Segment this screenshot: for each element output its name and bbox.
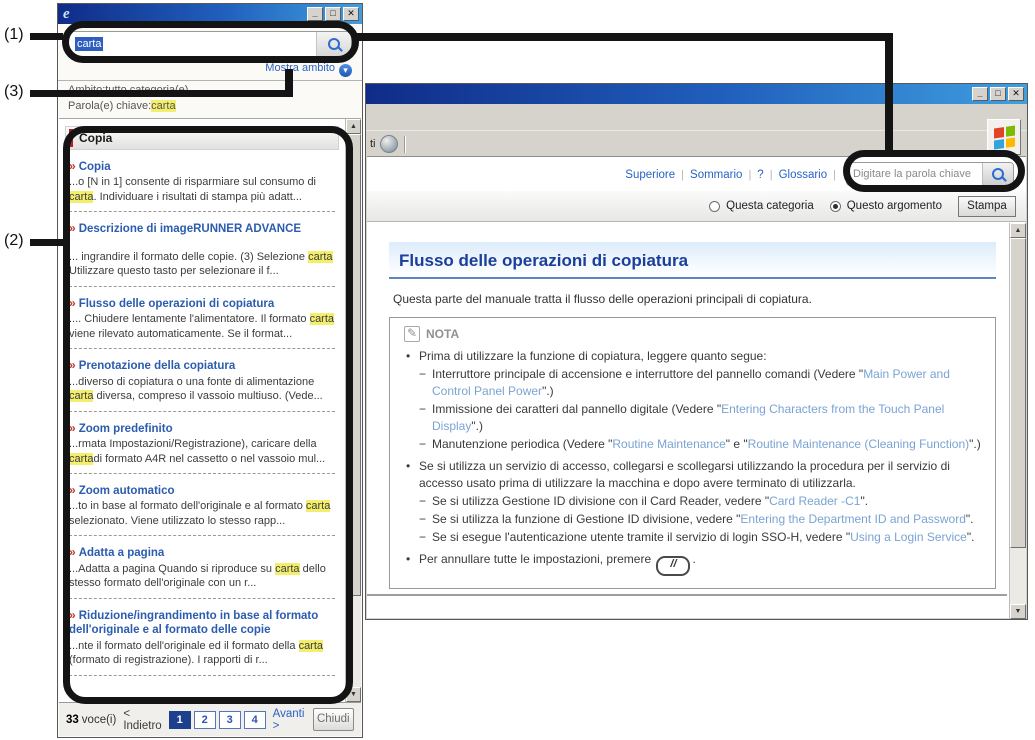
callout-3-line-vertical	[285, 69, 293, 97]
callout-1-line-vertical	[885, 33, 893, 154]
menu-bar	[366, 104, 1027, 131]
search-scope-row: Questa categoria Questo argomento Stampa	[367, 191, 1026, 222]
doc-link[interactable]: Entering Characters from the Touch Panel…	[432, 402, 944, 433]
nav-separator: |	[833, 169, 836, 181]
note-box: ✎ NOTA Prima di utilizzare la funzione d…	[389, 317, 996, 589]
doc-link[interactable]: Using a Login Service	[850, 530, 967, 544]
nav-separator: |	[681, 169, 684, 181]
callout-2-highlight	[63, 126, 353, 704]
close-icon[interactable]: ✕	[1008, 87, 1024, 101]
content-bottom-rule	[367, 594, 1007, 596]
note-header-label: NOTA	[426, 327, 459, 341]
note-bullet-item: Per annullare tutte le impostazioni, pre…	[404, 551, 981, 576]
callout-label-3: (3)	[4, 83, 24, 101]
results-footer: 33 voce(i) < Indietro 1234 Avanti > Chiu…	[59, 702, 361, 736]
note-sub-item: Se si utilizza la funzione di Gestione I…	[404, 511, 981, 528]
page-title: Flusso delle operazioni di copiatura	[389, 242, 996, 279]
result-count: 33	[66, 714, 79, 726]
toolbar-partial-label: ti	[370, 138, 376, 150]
doc-link[interactable]: Routine Maintenance	[612, 437, 725, 451]
callout-1-line-horizontal	[356, 33, 893, 41]
minimize-icon[interactable]: _	[307, 7, 323, 21]
result-count-suffix: voce(i)	[82, 714, 117, 726]
help-content-area: Superiore | Sommario |? | Glossario | Questa c…	[367, 156, 1026, 618]
callout-2-connector	[30, 239, 64, 246]
radio-this-topic-label[interactable]: Questo argomento	[847, 200, 942, 212]
note-list: Prima di utilizzare la funzione di copia…	[404, 348, 981, 576]
callout-3-line-horizontal	[30, 90, 292, 97]
page-button-2[interactable]: 2	[194, 711, 216, 729]
ie-logo-icon: e	[63, 7, 70, 21]
radio-this-category-label[interactable]: Questa categoria	[726, 200, 814, 212]
page-button-3[interactable]: 3	[219, 711, 241, 729]
reset-icon: //	[656, 556, 690, 576]
minimize-icon[interactable]: _	[972, 87, 988, 101]
scrollbar-thumb[interactable]	[1010, 238, 1026, 548]
doc-link[interactable]: Routine Maintenance (Cleaning Function)	[748, 437, 969, 451]
chevron-down-icon[interactable]: ▾	[339, 64, 352, 77]
nav-link-superiore[interactable]: Superiore	[625, 169, 675, 181]
back-link[interactable]: < Indietro	[123, 708, 161, 732]
nav-link-?[interactable]: ?	[757, 169, 763, 181]
nav-separator: |	[770, 169, 773, 181]
nav-link-sommario[interactable]: Sommario	[690, 169, 742, 181]
history-icon[interactable]	[380, 135, 398, 153]
main-scrollbar[interactable]: ▲ ▼	[1009, 223, 1026, 619]
note-bullet-item: Prima di utilizzare la funzione di copia…	[404, 348, 981, 365]
note-sub-item: Immissione dei caratteri dal pannello di…	[404, 401, 981, 435]
doc-link[interactable]: Card Reader -C1	[769, 494, 860, 508]
help-nav-links: Superiore | Sommario |? | Glossario |	[621, 165, 838, 183]
page-button-4[interactable]: 4	[244, 711, 266, 729]
keyword-value: carta	[151, 100, 175, 112]
pager: 1234	[169, 711, 266, 729]
callout-1-highlight	[62, 21, 359, 63]
scroll-up-icon[interactable]: ▲	[346, 119, 361, 134]
show-scope-row: Mostra ambito ▾	[58, 61, 362, 80]
scroll-up-icon[interactable]: ▲	[1010, 223, 1026, 238]
callout-1-connector	[30, 33, 63, 40]
close-button[interactable]: Chiudi	[313, 708, 354, 731]
doc-link[interactable]: Main Power and Control Panel Power	[432, 367, 950, 398]
note-sub-item: Manutenzione periodica (Vedere "Routine …	[404, 436, 981, 453]
nav-separator: |	[748, 169, 751, 181]
callout-1-search-highlight	[843, 150, 1025, 192]
document-area: Flusso delle operazioni di copiatura Que…	[367, 222, 1026, 589]
next-link[interactable]: Avanti >	[273, 708, 306, 732]
note-sub-item: Se si esegue l'autenticazione utente tra…	[404, 529, 981, 546]
maximize-icon[interactable]: □	[990, 87, 1006, 101]
note-bullet-item: Se si utilizza un servizio di accesso, c…	[404, 458, 981, 492]
print-button[interactable]: Stampa	[958, 196, 1016, 217]
keyword-label: Parola(e) chiave:	[68, 100, 151, 112]
callout-label-2: (2)	[4, 232, 24, 250]
note-sub-item: Se si utilizza Gestione ID divisione con…	[404, 493, 981, 510]
radio-this-category[interactable]	[709, 201, 720, 212]
radio-this-topic[interactable]	[830, 201, 841, 212]
callout-label-1: (1)	[4, 26, 24, 44]
main-titlebar: _ □ ✕	[366, 84, 1027, 104]
scroll-down-icon[interactable]: ▼	[1010, 604, 1026, 619]
close-icon[interactable]: ✕	[343, 7, 359, 21]
note-header: ✎ NOTA	[404, 326, 981, 342]
show-scope-link[interactable]: Mostra ambito	[265, 62, 335, 74]
note-sub-item: Interruttore principale di accensione e …	[404, 366, 981, 400]
note-pencil-icon: ✎	[404, 326, 420, 342]
doc-link[interactable]: Entering the Department ID and Password	[740, 512, 965, 526]
page-button-1[interactable]: 1	[169, 711, 191, 729]
keyword-line: Parola(e) chiave:carta	[58, 97, 362, 113]
toolbar-separator	[404, 136, 406, 153]
intro-text: Questa parte del manuale tratta il fluss…	[393, 292, 992, 306]
maximize-icon[interactable]: □	[325, 7, 341, 21]
nav-link-glossario[interactable]: Glossario	[779, 169, 828, 181]
